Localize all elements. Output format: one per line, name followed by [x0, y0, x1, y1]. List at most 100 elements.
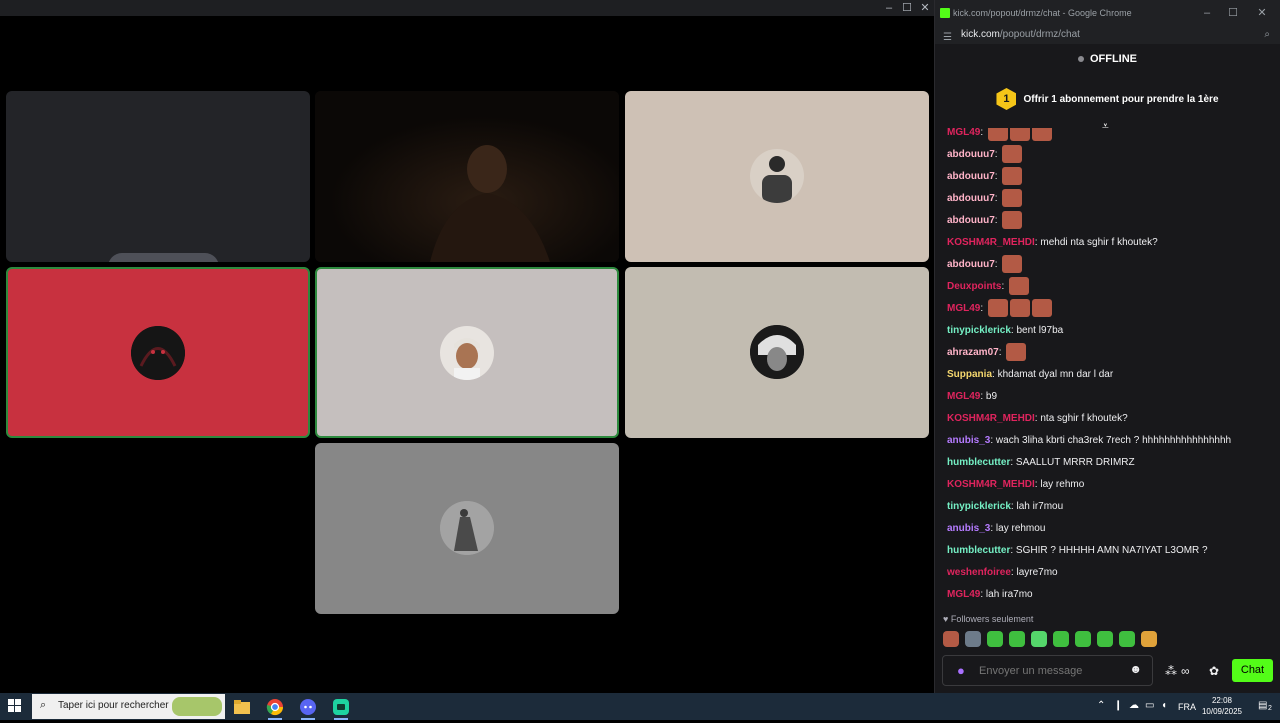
emote-icon[interactable]: [1097, 631, 1113, 647]
chat-username[interactable]: tinypicklerick: [947, 325, 1011, 336]
mic-icon[interactable]: ●: [957, 663, 965, 678]
close-icon[interactable]: ✕: [916, 0, 934, 16]
windows-start-icon[interactable]: [8, 699, 22, 713]
close-icon[interactable]: ✕: [1253, 5, 1271, 21]
chat-username[interactable]: MGL49: [947, 303, 980, 314]
minimize-icon[interactable]: –: [1198, 5, 1216, 21]
discord-icon[interactable]: [297, 696, 319, 720]
participant-tile[interactable]: [625, 91, 929, 262]
chat-username[interactable]: KOSHM4R_MEHDI: [947, 237, 1035, 248]
app-icon[interactable]: [330, 696, 352, 720]
emote-image[interactable]: [1009, 128, 1030, 142]
participant-tile[interactable]: [6, 267, 310, 438]
volume-icon[interactable]: ◖: [1161, 700, 1167, 711]
chat-message: humblecutter: SAALLUT MRRR DRIMRZ: [947, 452, 1135, 474]
emote-image[interactable]: [1009, 277, 1030, 296]
chat-username[interactable]: KOSHM4R_MEHDI: [947, 413, 1035, 424]
emote-image[interactable]: [987, 128, 1008, 142]
avatar: [440, 326, 494, 380]
username-separator: :: [994, 149, 1001, 160]
chat-username[interactable]: MGL49: [947, 128, 980, 138]
gift-sub-text: Offrir 1 abonnement pour prendre la 1ère: [1023, 93, 1219, 105]
chat-username[interactable]: abdouuu7: [947, 215, 995, 226]
chat-username[interactable]: humblecutter: [947, 545, 1010, 556]
cloud-icon[interactable]: ☁: [1129, 700, 1139, 711]
stream-tile[interactable]: Regarder le stream: [6, 91, 310, 262]
chat-username[interactable]: KOSHM4R_MEHDI: [947, 479, 1035, 490]
participant-tile[interactable]: [315, 443, 619, 614]
emote-icon[interactable]: [1141, 631, 1157, 647]
chat-username[interactable]: anubis_3: [947, 435, 990, 446]
microphone-icon[interactable]: ❙: [1114, 700, 1122, 711]
maximize-icon[interactable]: ☐: [898, 0, 916, 16]
maximize-icon[interactable]: ☐: [1224, 5, 1242, 21]
zoom-icon[interactable]: ⌕: [1264, 26, 1270, 44]
network-icon[interactable]: ▭: [1145, 700, 1154, 711]
chat-input-box[interactable]: ● ☻: [942, 655, 1153, 686]
notification-icon[interactable]: ▤: [1258, 700, 1267, 711]
chat-username[interactable]: weshenfoiree: [947, 567, 1011, 578]
emote-icon[interactable]: [1009, 631, 1025, 647]
infinity-icon[interactable]: ∞: [1181, 664, 1190, 678]
chat-username[interactable]: abdouuu7: [947, 171, 995, 182]
chat-popout-window: kick.com/popout/drmz/chat - Google Chrom…: [934, 0, 1280, 693]
chat-username[interactable]: abdouuu7: [947, 193, 995, 204]
chrome-icon[interactable]: [264, 696, 286, 720]
emote-image[interactable]: [987, 299, 1008, 318]
emote-icon[interactable]: [1031, 631, 1047, 647]
gear-icon[interactable]: ✿: [1209, 664, 1219, 678]
site-settings-icon[interactable]: ☰: [943, 29, 952, 47]
send-chat-button[interactable]: Chat: [1232, 659, 1273, 682]
chat-message: abdouuu7:: [947, 144, 1023, 166]
chat-username[interactable]: humblecutter: [947, 457, 1010, 468]
chat-username[interactable]: tinypicklerick: [947, 501, 1011, 512]
chat-message-list[interactable]: MGL49: abdouuu7: abdouuu7: abdouuu7: abd…: [947, 128, 1277, 608]
emote-image[interactable]: [1009, 299, 1030, 318]
emote-icon[interactable]: [965, 631, 981, 647]
minimize-icon[interactable]: –: [880, 0, 898, 16]
users-icon[interactable]: ⁂: [1165, 664, 1177, 678]
chat-username[interactable]: MGL49: [947, 391, 980, 402]
emote-icon[interactable]: [1119, 631, 1135, 647]
emote-image[interactable]: [1031, 299, 1052, 318]
emote-icon[interactable]: [1053, 631, 1069, 647]
gift-sub-banner[interactable]: 1 Offrir 1 abonnement pour prendre la 1è…: [935, 74, 1280, 124]
chat-username[interactable]: MGL49: [947, 589, 980, 600]
camera-tile[interactable]: [315, 91, 619, 262]
address-bar[interactable]: ☰ kick.com/popout/drmz/chat ⌕: [935, 26, 1280, 44]
emote-image[interactable]: [1002, 145, 1023, 164]
chat-username[interactable]: abdouuu7: [947, 259, 995, 270]
emote-image[interactable]: [1002, 255, 1023, 274]
emote-image[interactable]: [1002, 211, 1023, 230]
watch-stream-button[interactable]: Regarder le stream: [108, 253, 219, 262]
username-separator: :: [980, 128, 986, 138]
emote-image[interactable]: [1002, 189, 1023, 208]
chat-message-text: lay rehmou: [995, 523, 1046, 534]
chat-message-text: nta sghir f khoutek?: [1040, 413, 1128, 424]
participant-tile[interactable]: [625, 267, 929, 438]
chat-message-input[interactable]: [979, 662, 1129, 680]
emote-icon[interactable]: [943, 631, 959, 647]
language-indicator[interactable]: FRA: [1178, 702, 1196, 712]
chat-username[interactable]: anubis_3: [947, 523, 990, 534]
participant-tile[interactable]: [315, 267, 619, 438]
emote-icon[interactable]: [987, 631, 1003, 647]
emote-image[interactable]: [1002, 167, 1023, 186]
notification-count: 2: [1268, 705, 1272, 712]
emote-icon[interactable]: [1075, 631, 1091, 647]
chevron-up-icon[interactable]: ⌃: [1097, 700, 1105, 711]
search-icon: ⌕: [40, 699, 47, 711]
chat-username[interactable]: ahrazam07: [947, 347, 999, 358]
chat-message-text: lay rehmo: [1040, 479, 1085, 490]
chat-username[interactable]: abdouuu7: [947, 149, 995, 160]
chat-username[interactable]: Deuxpoints: [947, 281, 1001, 292]
clock[interactable]: 22:08 10/09/2025: [1202, 695, 1242, 717]
chat-message: ahrazam07:: [947, 342, 1027, 364]
chat-username[interactable]: Suppania: [947, 369, 992, 380]
search-highlight-image: [172, 697, 222, 716]
emote-image[interactable]: [1031, 128, 1052, 142]
emote-image[interactable]: [1006, 343, 1027, 362]
emoji-picker-icon[interactable]: ☻: [1129, 662, 1142, 676]
taskbar-search[interactable]: ⌕ Taper ici pour rechercher: [32, 694, 225, 719]
file-explorer-icon[interactable]: [231, 696, 253, 718]
